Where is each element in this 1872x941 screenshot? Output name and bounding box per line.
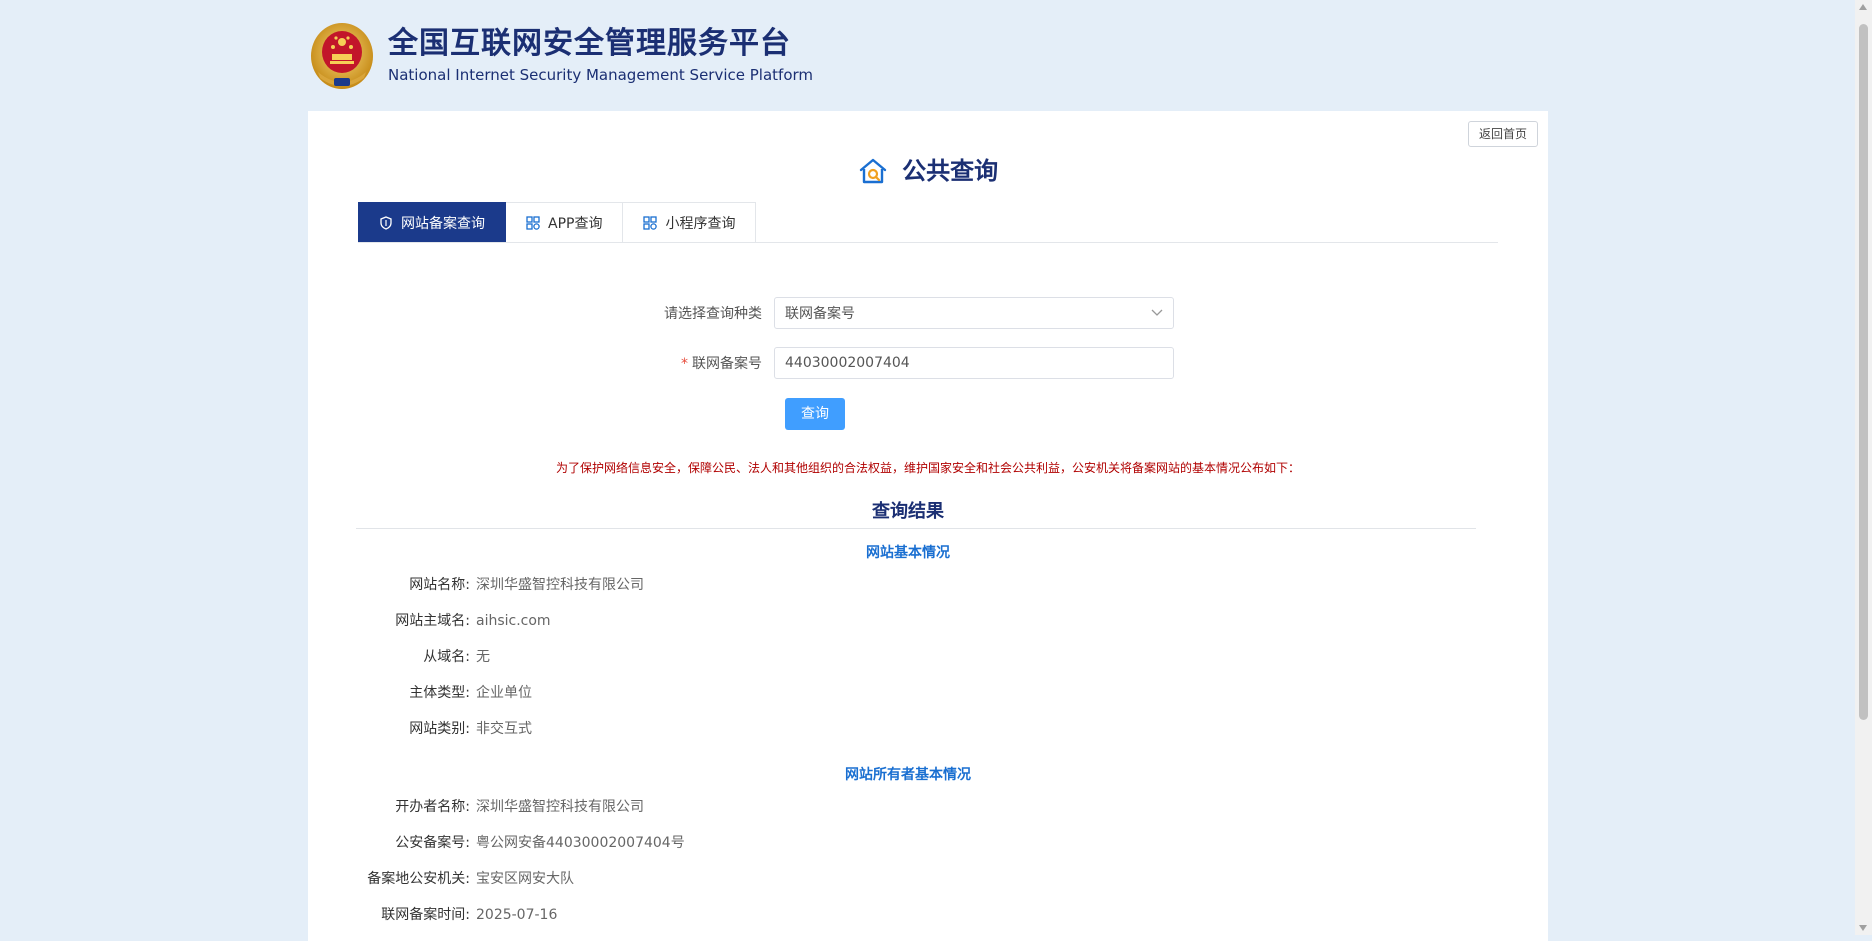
info-value: 企业单位 — [476, 685, 532, 701]
info-value: 非交互式 — [476, 721, 532, 737]
info-label: 开办者名称: — [395, 799, 470, 815]
info-value: 深圳华盛智控科技有限公司 — [476, 799, 644, 815]
info-value: 粤公网安备44030002007404号 — [476, 835, 685, 851]
query-button[interactable]: 查询 — [785, 398, 845, 430]
vertical-scrollbar[interactable] — [1855, 0, 1872, 935]
required-mark: * — [681, 356, 688, 372]
query-type-row: 请选择查询种类 联网备案号 — [308, 297, 1548, 329]
result-title: 查询结果 — [872, 501, 944, 522]
info-value: aihsic.com — [476, 613, 551, 629]
police-emblem-icon — [311, 23, 373, 89]
info-label: 网站类别: — [409, 721, 470, 737]
divider — [356, 528, 1476, 529]
info-row: 联网备案时间: 2025-07-16 — [308, 905, 557, 925]
info-label: 备案地公安机关: — [367, 871, 470, 887]
info-row: 主体类型: 企业单位 — [308, 683, 532, 703]
record-number-row: * 联网备案号 — [308, 347, 1548, 379]
info-row: 备案地公安机关: 宝安区网安大队 — [308, 869, 574, 889]
site-header: 全国互联网安全管理服务平台 National Internet Security… — [308, 18, 813, 94]
info-label: 从域名: — [423, 649, 470, 665]
return-home-button[interactable]: 返回首页 — [1467, 121, 1538, 147]
tab-miniprogram-query[interactable]: 小程序查询 — [623, 202, 757, 242]
page-title-text: 公共查询 — [902, 157, 999, 185]
shield-icon — [380, 215, 392, 230]
info-row: 开办者名称: 深圳华盛智控科技有限公司 — [308, 797, 644, 817]
owner-section-title: 网站所有者基本情况 — [845, 767, 971, 783]
info-label: 网站名称: — [409, 577, 470, 593]
record-number-label: * 联网备案号 — [308, 353, 774, 373]
house-search-icon — [858, 157, 888, 191]
page-title: 公共查询 — [308, 151, 1548, 191]
info-row: 公安备案号: 粤公网安备44030002007404号 — [308, 833, 685, 853]
query-card: 返回首页 公共查询 网站备案查询 APP查询 小程序查询 请选择查询种类 联网备… — [308, 111, 1548, 941]
tab-label: 网站备案查询 — [401, 215, 485, 232]
apps-grid-icon — [643, 215, 658, 230]
info-value: 2025-07-16 — [476, 907, 558, 923]
info-row: 网站名称: 深圳华盛智控科技有限公司 — [308, 575, 644, 595]
public-notice: 为了保护网络信息安全，保障公民、法人和其他组织的合法权益，维护国家安全和社会公共… — [555, 461, 1300, 475]
platform-title-cn: 全国互联网安全管理服务平台 — [388, 26, 791, 61]
tab-label: 小程序查询 — [665, 215, 736, 232]
query-tabs: 网站备案查询 APP查询 小程序查询 — [358, 202, 1498, 243]
info-row: 网站类别: 非交互式 — [308, 719, 532, 739]
record-number-label-text: 联网备案号 — [692, 356, 762, 372]
site-section-title: 网站基本情况 — [866, 545, 950, 561]
info-value: 无 — [476, 649, 490, 665]
info-label: 联网备案时间: — [381, 907, 470, 923]
query-type-select[interactable]: 联网备案号 — [774, 297, 1174, 329]
record-number-input[interactable] — [774, 347, 1174, 379]
info-value: 宝安区网安大队 — [476, 871, 574, 887]
platform-title-en: National Internet Security Management Se… — [388, 66, 814, 84]
tab-website-record[interactable]: 网站备案查询 — [358, 202, 506, 242]
scroll-down-arrow-icon[interactable] — [1859, 925, 1867, 931]
query-type-value: 联网备案号 — [785, 306, 855, 322]
scrollbar-thumb[interactable] — [1859, 24, 1868, 720]
chevron-down-icon — [1151, 309, 1163, 316]
info-row: 网站主域名: aihsic.com — [308, 611, 551, 631]
info-label: 网站主域名: — [395, 613, 470, 629]
info-label: 主体类型: — [409, 685, 470, 701]
apps-grid-icon — [526, 215, 540, 230]
tab-app-query[interactable]: APP查询 — [506, 202, 624, 242]
tab-label: APP查询 — [548, 215, 603, 232]
info-label: 公安备案号: — [395, 835, 470, 851]
info-row: 从域名: 无 — [308, 647, 490, 667]
query-type-label: 请选择查询种类 — [664, 306, 762, 322]
info-value: 深圳华盛智控科技有限公司 — [476, 577, 644, 593]
scroll-up-arrow-icon[interactable] — [1859, 4, 1867, 10]
